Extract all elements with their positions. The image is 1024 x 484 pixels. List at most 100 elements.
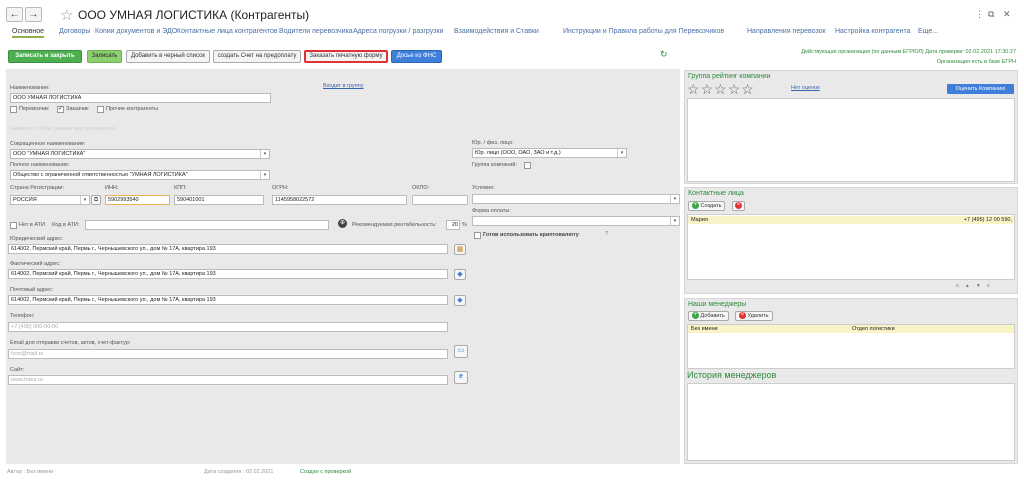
okpo-field[interactable]	[412, 195, 468, 205]
save-and-close-button[interactable]: Записать и закрыть	[8, 50, 82, 63]
fns-dossier-button[interactable]: Досье из ФНС	[391, 50, 442, 63]
star-icon[interactable]: ☆	[687, 81, 701, 97]
phone-field[interactable]: +7 (495) 000-00-00	[8, 322, 448, 332]
back-button[interactable]: ←	[6, 7, 23, 22]
dropdown-icon[interactable]: ▾	[80, 196, 89, 204]
rating-comments-area[interactable]	[687, 98, 1015, 182]
add-to-blacklist-button[interactable]: Добавить в черный список	[126, 50, 210, 63]
email-icon[interactable]: ▭	[454, 345, 468, 358]
company-group-checkbox[interactable]	[524, 162, 531, 169]
profitability-label: Рекомендуемая рентабельность:	[352, 222, 437, 228]
country-label: Страна Регистрации:	[10, 185, 65, 191]
ati-globe-icon[interactable]: ⊕	[338, 219, 347, 228]
delete-contact-button[interactable]: ×	[732, 201, 745, 211]
email-field[interactable]: fyon@mail.ru	[8, 349, 448, 359]
add-manager-button[interactable]: + Добавить	[688, 311, 729, 321]
country-field[interactable]: РОССИЯ ▾	[10, 195, 90, 205]
actual-address-field[interactable]: 614002, Пермский край, Пермь г., Черныше…	[8, 269, 448, 279]
create-prepay-invoice-button[interactable]: создать Счет на предоплату	[213, 50, 301, 63]
copy-address-icon[interactable]: ◆	[454, 295, 466, 306]
full-name-label: Полное наименование:	[10, 162, 70, 168]
ogrn-label: ОГРН:	[272, 185, 289, 191]
other-checkbox[interactable]	[97, 106, 104, 113]
down-icon[interactable]: ▼	[976, 283, 987, 289]
delete-manager-button[interactable]: × Удалить	[735, 311, 773, 321]
close-window-icon[interactable]: ✕	[1003, 9, 1011, 20]
dropdown-icon[interactable]: ▾	[260, 171, 269, 179]
more-actions-icon[interactable]: ⋮	[975, 9, 984, 20]
dropdown-icon[interactable]: ▾	[617, 149, 626, 157]
postal-address-label: Почтовый адрес:	[10, 287, 54, 293]
contact-phone: +7 (495) 12 00 590,	[963, 217, 1012, 223]
full-name-field[interactable]: Общество с ограниченной ответственностью…	[10, 170, 270, 180]
condition-select[interactable]: ▾	[472, 194, 680, 204]
tab-contact-persons[interactable]: Контактные лица контрагентов	[177, 28, 278, 35]
favorite-star-icon[interactable]: ☆	[60, 6, 73, 24]
forward-button[interactable]: →	[25, 7, 42, 22]
create-contact-button[interactable]: + Создать	[688, 201, 726, 211]
up-icon[interactable]: ▲	[965, 283, 976, 289]
managers-table: Без имени Отдел логистики	[687, 324, 1015, 369]
tab-directions[interactable]: Направления перевозок	[747, 28, 826, 35]
star-icon[interactable]: ☆	[714, 81, 728, 97]
legal-type-select[interactable]: Юр. лицо (ООО, ОАО, ЗАО и т.д.) ▾	[472, 148, 627, 158]
legal-address-field[interactable]: 614002, Пермский край, Пермь г., Черныше…	[8, 244, 448, 254]
tab-contracts[interactable]: Договоры	[59, 28, 90, 35]
kpp-field[interactable]: 590401001	[174, 195, 264, 205]
rate-company-button[interactable]: Оценить Компанию	[947, 84, 1014, 94]
manager-department: Отдел логистики	[852, 326, 895, 332]
star-icon[interactable]: ☆	[741, 81, 755, 97]
percent-sign: %	[462, 222, 467, 228]
order-print-form-button[interactable]: Заказать печатную форму	[304, 50, 388, 63]
carrier-checkbox[interactable]	[10, 106, 17, 113]
name-field[interactable]: ООО УМНАЯ ЛОГИСТИКА	[10, 93, 271, 103]
postal-address-field[interactable]: 614002, Пермский край, Пермь г., Черныше…	[8, 295, 448, 305]
ati-code-field[interactable]	[85, 220, 329, 230]
copy-address-icon[interactable]: ◆	[454, 269, 466, 280]
tab-more[interactable]: Еще...	[918, 28, 938, 35]
tab-instructions[interactable]: Инструкции и Правила работы для Перевозч…	[563, 28, 724, 35]
inn-field[interactable]: 5902993540	[105, 195, 170, 205]
table-row[interactable]: Без имени Отдел логистики	[688, 325, 1014, 333]
ogrn-field[interactable]: 1145958022572	[272, 195, 407, 205]
short-name-field[interactable]: ООО "УМНАЯ ЛОГИСТИКА" ▾	[10, 149, 270, 159]
rating-stars[interactable]: ☆☆☆☆☆	[687, 81, 755, 98]
tab-main[interactable]: Основное	[12, 28, 45, 38]
rating-title: Группа рейтинг компании	[688, 73, 771, 80]
first-row-icon[interactable]: ≡	[956, 283, 965, 289]
payment-form-select[interactable]: ▾	[472, 216, 680, 226]
star-icon[interactable]: ☆	[728, 81, 742, 97]
star-icon[interactable]: ☆	[701, 81, 715, 97]
tab-drivers[interactable]: Водители перевозчика	[279, 28, 353, 35]
website-field[interactable]: www.trans.ru	[8, 375, 448, 385]
customer-checkbox[interactable]: ✓	[57, 106, 64, 113]
other-label: Прочие контрагенты	[106, 106, 159, 112]
kind-hint: Нажмите, чтобы указать вид контрагента	[10, 126, 116, 132]
plus-icon: +	[692, 202, 699, 210]
group-link[interactable]: Входит в группу	[323, 83, 363, 89]
refresh-icon[interactable]: ↻	[660, 49, 668, 60]
no-ati-checkbox[interactable]	[10, 222, 17, 229]
address-card-icon[interactable]: ▦	[454, 244, 466, 255]
dropdown-icon[interactable]: ▾	[670, 217, 679, 225]
contacts-title: Контактные лица	[688, 190, 744, 197]
crypto-help-icon[interactable]: ?	[605, 231, 608, 237]
profitability-field[interactable]: 20	[446, 220, 460, 230]
save-button[interactable]: Записать	[87, 50, 122, 63]
restore-window-icon[interactable]: ⧉	[988, 9, 994, 20]
dropdown-icon[interactable]: ▾	[260, 150, 269, 158]
crypto-checkbox[interactable]	[474, 232, 481, 239]
no-ratings-link[interactable]: Нет оценок	[791, 85, 820, 91]
browser-icon[interactable]: e	[454, 371, 468, 384]
tab-document-copies[interactable]: Копии документов и ЭДО	[95, 28, 177, 35]
dropdown-icon[interactable]: ▾	[670, 195, 679, 203]
table-row[interactable]: Мария +7 (495) 12 00 590,	[688, 216, 1014, 224]
tab-settings[interactable]: Настройка контрагента	[835, 28, 910, 35]
tab-interactions-rates[interactable]: Взаимодействия и Ставки	[454, 28, 539, 35]
legal-type-label: Юр. / физ. лицо:	[472, 140, 514, 146]
table-navigation[interactable]: ≡▲▼≡	[956, 283, 996, 289]
last-row-icon[interactable]: ≡	[987, 283, 996, 289]
close-icon: ×	[735, 202, 742, 210]
tab-addresses[interactable]: Адреса погрузки / разгрузки	[353, 28, 443, 35]
copy-icon[interactable]: ⧉	[91, 195, 101, 205]
